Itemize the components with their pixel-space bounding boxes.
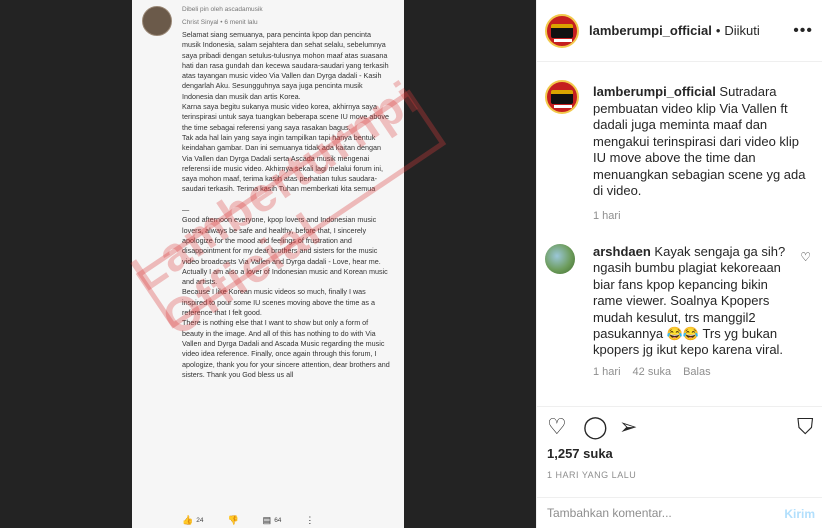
- comment-input[interactable]: [547, 506, 767, 520]
- thumbs-down-icon: 👎: [227, 514, 239, 525]
- comment-footer: 👍 24 👎 ▤ 64 ⋮: [182, 514, 392, 526]
- action-bar: ♡ ◯ ➢ ⛉: [537, 406, 822, 450]
- comment-text: arshdaen Kayak sengaja ga sih? ngasih bu…: [593, 244, 793, 359]
- post-sidebar: lamberumpi_official • Diikuti ••• lamber…: [536, 0, 822, 528]
- caption-text: lamberumpi_official Sutradara pembuatan …: [593, 84, 815, 200]
- comment-body-text: Kayak sengaja ga sih? ngasih bumbu plagi…: [593, 244, 786, 358]
- share-icon[interactable]: ➢: [619, 415, 637, 439]
- caption-username[interactable]: lamberumpi_official: [593, 84, 716, 99]
- heart-icon[interactable]: ♡: [547, 415, 567, 439]
- comment-icon[interactable]: ◯: [583, 415, 608, 439]
- caption-avatar[interactable]: [545, 80, 579, 114]
- comment-likes[interactable]: 42 suka: [633, 366, 672, 378]
- more-horizontal-icon[interactable]: •••: [793, 22, 813, 40]
- pinned-note: Dibeli pin oleh ascadamusik: [182, 6, 263, 13]
- more-vertical-icon: ⋮: [305, 514, 315, 525]
- reply-button[interactable]: Balas: [683, 366, 711, 378]
- likes-count[interactable]: 1,257 suka: [547, 446, 613, 461]
- caption-body: Sutradara pembuatan video klip Via Valle…: [593, 84, 806, 198]
- header-username[interactable]: lamberumpi_official: [589, 23, 712, 38]
- comment-meta: 1 hari 42 suka Balas: [593, 366, 711, 378]
- comment-heart-icon[interactable]: ♡: [800, 250, 811, 264]
- post-comment-button[interactable]: Kirim: [784, 507, 815, 521]
- commenter-name: Christ Sinyal • 6 menit lalu: [182, 19, 258, 26]
- comment-username[interactable]: arshdaen: [593, 244, 651, 259]
- like-count: 24: [196, 516, 204, 524]
- separator-dot: •: [715, 23, 721, 38]
- bookmark-icon[interactable]: ⛉: [797, 415, 814, 439]
- caption-time[interactable]: 1 hari: [593, 210, 621, 222]
- profile-avatar[interactable]: [545, 13, 579, 48]
- post-image[interactable]: Dibeli pin oleh ascadamusik Christ Sinya…: [0, 0, 536, 528]
- comment-time[interactable]: 1 hari: [593, 366, 621, 378]
- thumbs-up-icon: 👍: [182, 514, 194, 525]
- reply-icon: ▤: [262, 514, 272, 525]
- comment-avatar[interactable]: [545, 244, 575, 274]
- post-header: lamberumpi_official • Diikuti •••: [537, 0, 822, 62]
- follow-status[interactable]: Diikuti: [724, 23, 759, 38]
- post-date[interactable]: 1 HARI YANG LALU: [547, 470, 636, 480]
- comment-box: Kirim: [537, 497, 822, 528]
- reply-count: 64: [274, 516, 282, 524]
- commenter-avatar: [142, 6, 172, 36]
